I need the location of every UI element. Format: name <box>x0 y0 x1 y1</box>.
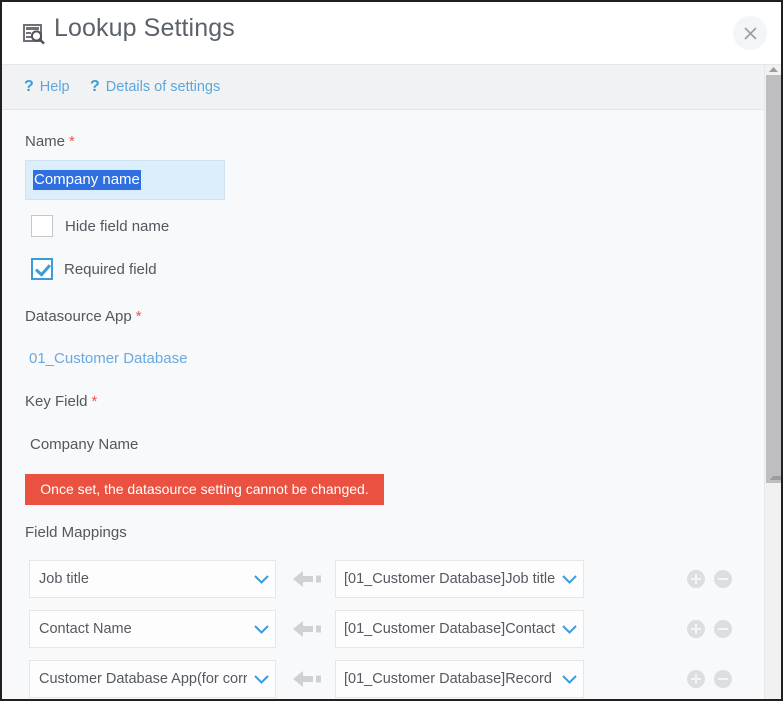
chevron-down-icon <box>247 574 275 584</box>
required-field-label: Required field <box>64 260 157 278</box>
arrow-left-icon <box>293 670 325 688</box>
page-title: Lookup Settings <box>54 14 235 42</box>
field-mapping-row: Contact Name [01_Customer Database]Conta… <box>2 604 764 654</box>
arrow-left-icon <box>293 620 325 638</box>
chevron-down-icon <box>247 624 275 634</box>
add-mapping-button[interactable] <box>687 620 705 638</box>
lookup-table-search-icon <box>22 22 46 46</box>
remove-mapping-button[interactable] <box>714 670 732 688</box>
hide-field-name-checkbox[interactable] <box>31 215 53 237</box>
question-mark-icon: ? <box>24 78 34 95</box>
caret-up-icon <box>765 67 781 72</box>
field-mapping-row-actions <box>687 570 732 588</box>
help-link[interactable]: ? Help <box>24 78 70 96</box>
arrow-left-icon <box>293 570 325 588</box>
field-mapping-right-value: [01_Customer Database]Contact N <box>344 621 555 637</box>
close-icon <box>733 26 767 40</box>
remove-mapping-button[interactable] <box>714 620 732 638</box>
field-mapping-row-actions <box>687 670 732 688</box>
chevron-down-icon <box>555 574 583 584</box>
scroll-up-button[interactable] <box>765 65 781 74</box>
field-mapping-row: Job title [01_Customer Database]Job titl… <box>2 554 764 604</box>
name-label: Name * <box>25 133 75 150</box>
datasource-app-link[interactable]: 01_Customer Database <box>29 350 187 367</box>
remove-mapping-button[interactable] <box>714 570 732 588</box>
settings-form: Name* Company name Hide field name Requi… <box>2 110 764 699</box>
question-mark-icon: ? <box>90 78 100 95</box>
field-mapping-row-actions <box>687 620 732 638</box>
field-mapping-right-select[interactable]: [01_Customer Database]Contact N <box>335 610 584 648</box>
vertical-scrollbar[interactable] <box>764 65 781 699</box>
field-mappings-label: Field Mappings <box>25 524 127 541</box>
lookup-settings-dialog: Lookup Settings ? Help ? Details of sett… <box>0 0 783 701</box>
required-marker: * <box>91 393 98 410</box>
help-link-label: Help <box>39 79 70 95</box>
field-mapping-right-value: [01_Customer Database]Record nu <box>344 671 555 687</box>
hide-field-name-label: Hide field name <box>65 217 170 235</box>
field-mapping-right-value: [01_Customer Database]Job title <box>344 571 555 587</box>
datasource-warning-banner: Once set, the datasource setting cannot … <box>25 474 384 505</box>
details-of-settings-label: Details of settings <box>105 79 221 95</box>
name-input[interactable] <box>25 160 225 200</box>
add-mapping-button[interactable] <box>687 570 705 588</box>
help-toolbar: ? Help ? Details of settings <box>2 65 781 110</box>
add-mapping-button[interactable] <box>687 670 705 688</box>
scrollbar-thumb[interactable] <box>766 75 781 483</box>
field-mapping-left-select[interactable]: Job title <box>29 560 276 598</box>
field-mapping-right-select[interactable]: [01_Customer Database]Record nu <box>335 660 584 698</box>
required-marker: * <box>69 133 75 150</box>
field-mapping-left-select[interactable]: Contact Name <box>29 610 276 648</box>
chevron-down-icon <box>247 674 275 684</box>
hide-field-name-checkbox-row[interactable]: Hide field name <box>31 215 169 237</box>
details-of-settings-link[interactable]: ? Details of settings <box>90 78 220 96</box>
field-mapping-left-select[interactable]: Customer Database App(for correl <box>29 660 276 698</box>
field-mapping-left-value: Job title <box>39 571 89 587</box>
field-mapping-left-value: Contact Name <box>39 621 132 637</box>
chevron-down-icon <box>555 674 583 684</box>
field-mapping-row: Customer Database App(for correl [01_Cus… <box>2 654 764 699</box>
required-field-checkbox[interactable] <box>31 258 53 280</box>
field-mapping-right-select[interactable]: [01_Customer Database]Job title <box>335 560 584 598</box>
datasource-app-label: Datasource App * <box>25 308 142 325</box>
field-mapping-left-value: Customer Database App(for correl <box>39 671 247 687</box>
required-marker: * <box>135 308 142 325</box>
dialog-titlebar: Lookup Settings <box>2 2 781 65</box>
key-field-label: Key Field * <box>25 393 98 410</box>
required-field-checkbox-row[interactable]: Required field <box>31 258 157 280</box>
close-button[interactable] <box>733 16 767 50</box>
key-field-value: Company Name <box>30 436 139 453</box>
chevron-down-icon <box>555 624 583 634</box>
